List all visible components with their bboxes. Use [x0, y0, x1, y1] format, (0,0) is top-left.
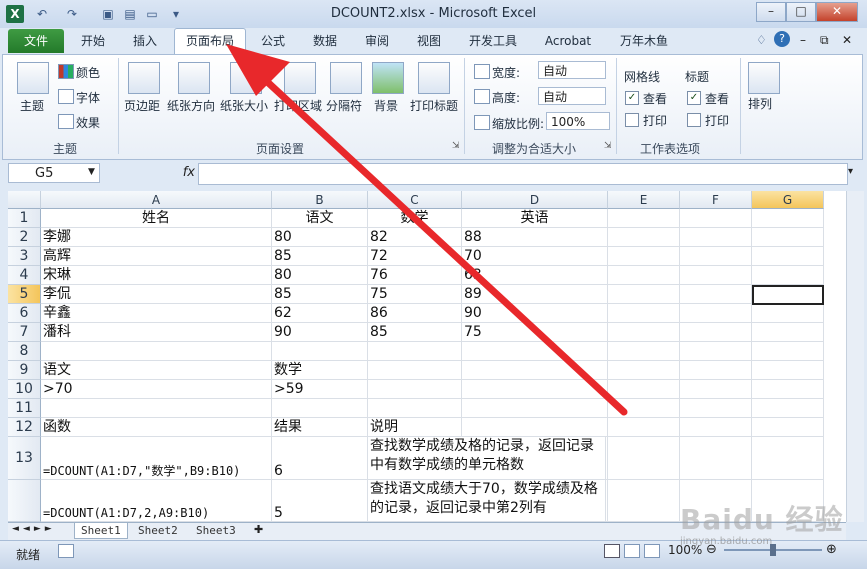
cell-c13[interactable]: 查找数学成绩及格的记录，返回记录中有数学成绩的单元格数 [368, 437, 606, 480]
cell-c14[interactable]: 查找语文成绩大于70，数学成绩及格的记录，返回记录中第2列有 [368, 480, 606, 522]
